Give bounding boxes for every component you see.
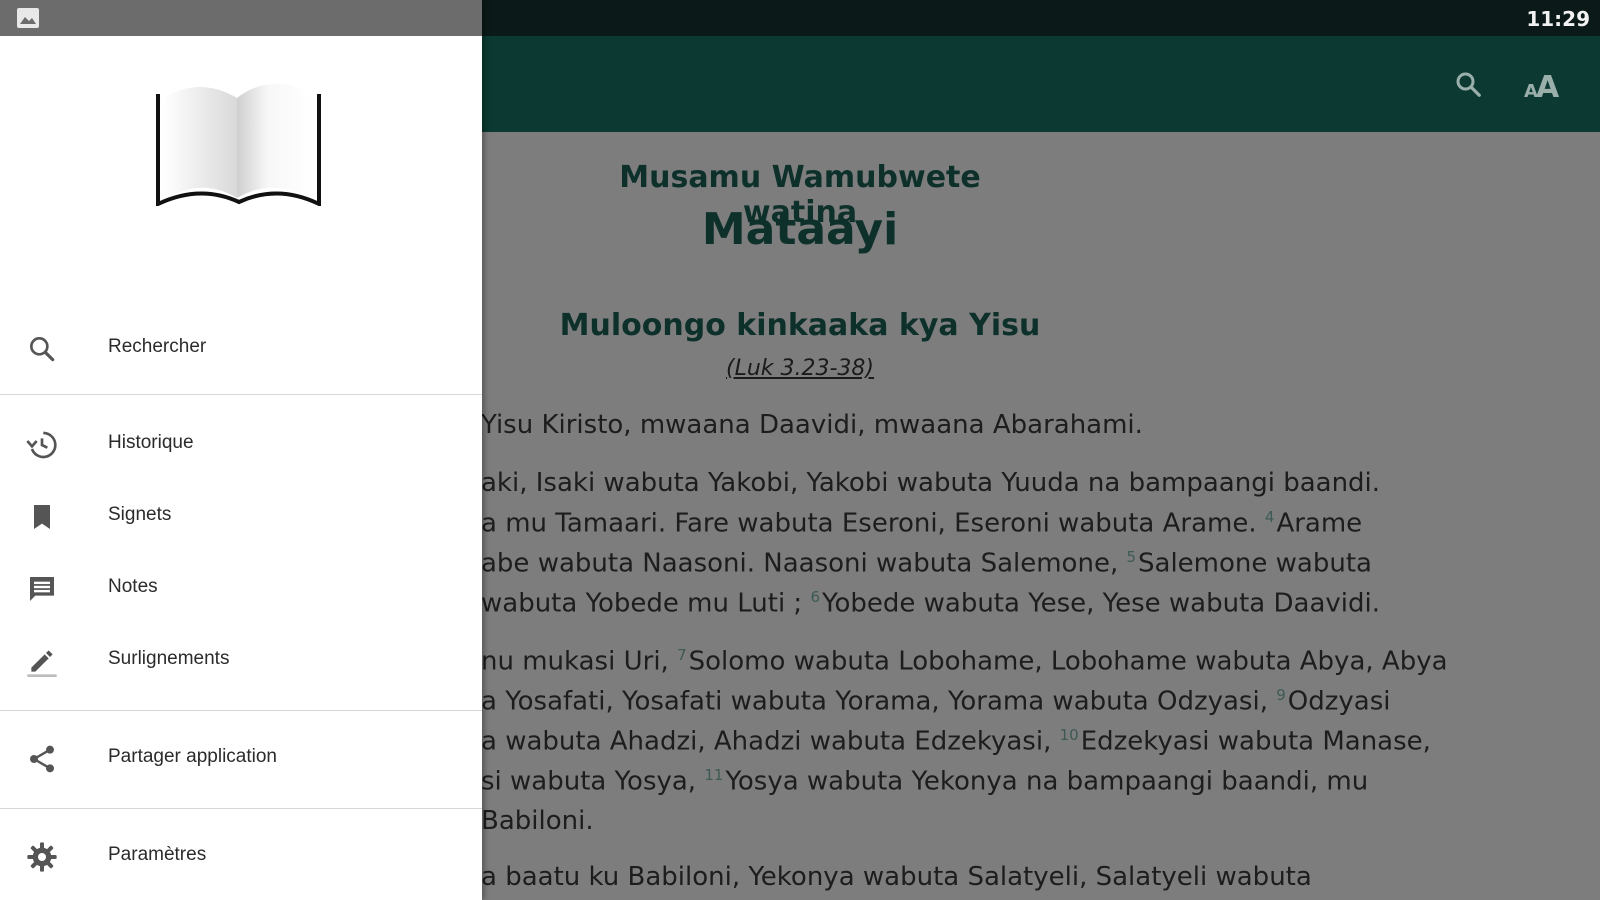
menu-item-history[interactable]: Historique — [0, 414, 482, 474]
verse-text: Yobede wabuta Yese, Yese wabuta Daavidi. — [822, 588, 1380, 619]
verse-line: a mu Tamaari. Fare wabuta Eseroni, Esero… — [481, 508, 1362, 539]
menu-item-label: Rechercher — [108, 336, 207, 357]
verse-number: 11 — [704, 766, 724, 784]
menu-divider — [0, 394, 482, 395]
menu-item-settings[interactable]: Paramètres — [0, 826, 482, 886]
verse-text: aki, Isaki wabuta Yakobi, Yakobi wabuta … — [481, 468, 1381, 498]
section-heading: Muloongo kinkaaka kya Yisu — [559, 308, 1041, 343]
menu-divider — [0, 710, 482, 711]
bookmark-icon — [34, 505, 50, 529]
verse-text: wabuta Yobede mu Luti ; — [481, 588, 811, 619]
verse-number: 6 — [810, 588, 821, 606]
verse-line: a Yosafati, Yosafati wabuta Yorama, Yora… — [481, 686, 1391, 717]
verse-text: abe wabuta Naasoni. Naasoni wabuta Salem… — [481, 548, 1127, 579]
verse-text: nu mukasi Uri, — [481, 646, 678, 677]
font-size-button[interactable]: A A — [1523, 64, 1563, 104]
verse-number: 10 — [1059, 726, 1079, 744]
verse-number: 5 — [1126, 548, 1137, 566]
verse-text: Yisu Kiristo, mwaana Daavidi, mwaana Aba… — [481, 410, 1143, 440]
history-icon — [26, 431, 57, 459]
search-icon — [29, 337, 55, 362]
verse-number: 9 — [1276, 686, 1286, 704]
open-book-icon — [156, 83, 321, 206]
verse-text: a mu Tamaari. Fare wabuta Eseroni, Esero… — [481, 508, 1265, 539]
verse-text: Edzekyasi wabuta Manase, — [1080, 726, 1431, 757]
verse-text: Salemone wabuta — [1138, 548, 1372, 579]
menu-item-label: Paramètres — [108, 844, 207, 865]
verse-line: Babiloni. — [481, 806, 594, 836]
verse-text: Yosya wabuta Yekonya na bampaangi baandi… — [725, 766, 1369, 797]
search-icon — [1456, 72, 1481, 97]
verse-number: 4 — [1264, 508, 1275, 526]
verse-text: Solomo wabuta Lobohame, Lobohame wabuta … — [688, 646, 1448, 677]
menu-item-label: Surlignements — [108, 648, 230, 669]
share-icon — [30, 745, 54, 773]
verse-text: Arame — [1276, 508, 1363, 539]
verse-line: si wabuta Yosya, 11Yosya wabuta Yekonya … — [481, 766, 1368, 797]
notes-icon — [30, 577, 54, 601]
svg-text:A: A — [1536, 70, 1560, 101]
menu-item-share-app[interactable]: Partager application — [0, 728, 482, 788]
settings-icon — [27, 842, 57, 872]
menu-item-label: Signets — [108, 504, 172, 525]
menu-item-label: Historique — [108, 432, 194, 453]
verse-text: Odzyasi — [1287, 686, 1391, 717]
menu-item-bookmarks[interactable]: Signets — [0, 486, 482, 546]
verse-line: aki, Isaki wabuta Yakobi, Yakobi wabuta … — [481, 468, 1380, 498]
verse-line: abe wabuta Naasoni. Naasoni wabuta Salem… — [481, 548, 1372, 579]
verse-line: a wabuta Ahadzi, Ahadzi wabuta Edzekyasi… — [481, 726, 1431, 757]
verse-text: si wabuta Yosya, — [481, 766, 705, 797]
book-title: Mataayi — [701, 204, 899, 255]
verse-number: 7 — [677, 646, 687, 664]
status-time: 11:29 — [1526, 7, 1590, 31]
menu-item-search[interactable]: Rechercher — [0, 318, 482, 378]
font-size-icon: A A — [1524, 70, 1560, 101]
verse-line: Yisu Kiristo, mwaana Daavidi, mwaana Aba… — [481, 410, 1143, 440]
verse-line: wabuta Yobede mu Luti ; 6Yobede wabuta Y… — [481, 588, 1380, 619]
menu-item-notes[interactable]: Notes — [0, 558, 482, 618]
verse-text: Babiloni. — [481, 806, 594, 836]
gallery-notification-icon — [17, 8, 39, 28]
search-button[interactable] — [1448, 64, 1488, 104]
navigation-drawer: Rechercher Historique Signets Notes Surl… — [0, 0, 482, 900]
verse-text: a wabuta Ahadzi, Ahadzi wabuta Edzekyasi… — [481, 726, 1060, 757]
drawer-header — [0, 36, 482, 306]
drawer-status-bar — [0, 0, 482, 36]
verse-line: a baatu ku Babiloni, Yekonya wabuta Sala… — [481, 862, 1312, 892]
highlighter-icon — [27, 650, 57, 677]
menu-item-label: Partager application — [108, 746, 277, 767]
menu-item-highlights[interactable]: Surlignements — [0, 630, 482, 690]
menu-item-label: Notes — [108, 576, 158, 597]
verse-text: a baatu ku Babiloni, Yekonya wabuta Sala… — [481, 862, 1312, 892]
verse-line: nu mukasi Uri, 7Solomo wabuta Lobohame, … — [481, 646, 1448, 677]
verse-text: a Yosafati, Yosafati wabuta Yorama, Yora… — [481, 686, 1277, 717]
menu-divider — [0, 808, 482, 809]
section-reference-link[interactable]: (Luk 3.23-38) — [600, 356, 1000, 381]
